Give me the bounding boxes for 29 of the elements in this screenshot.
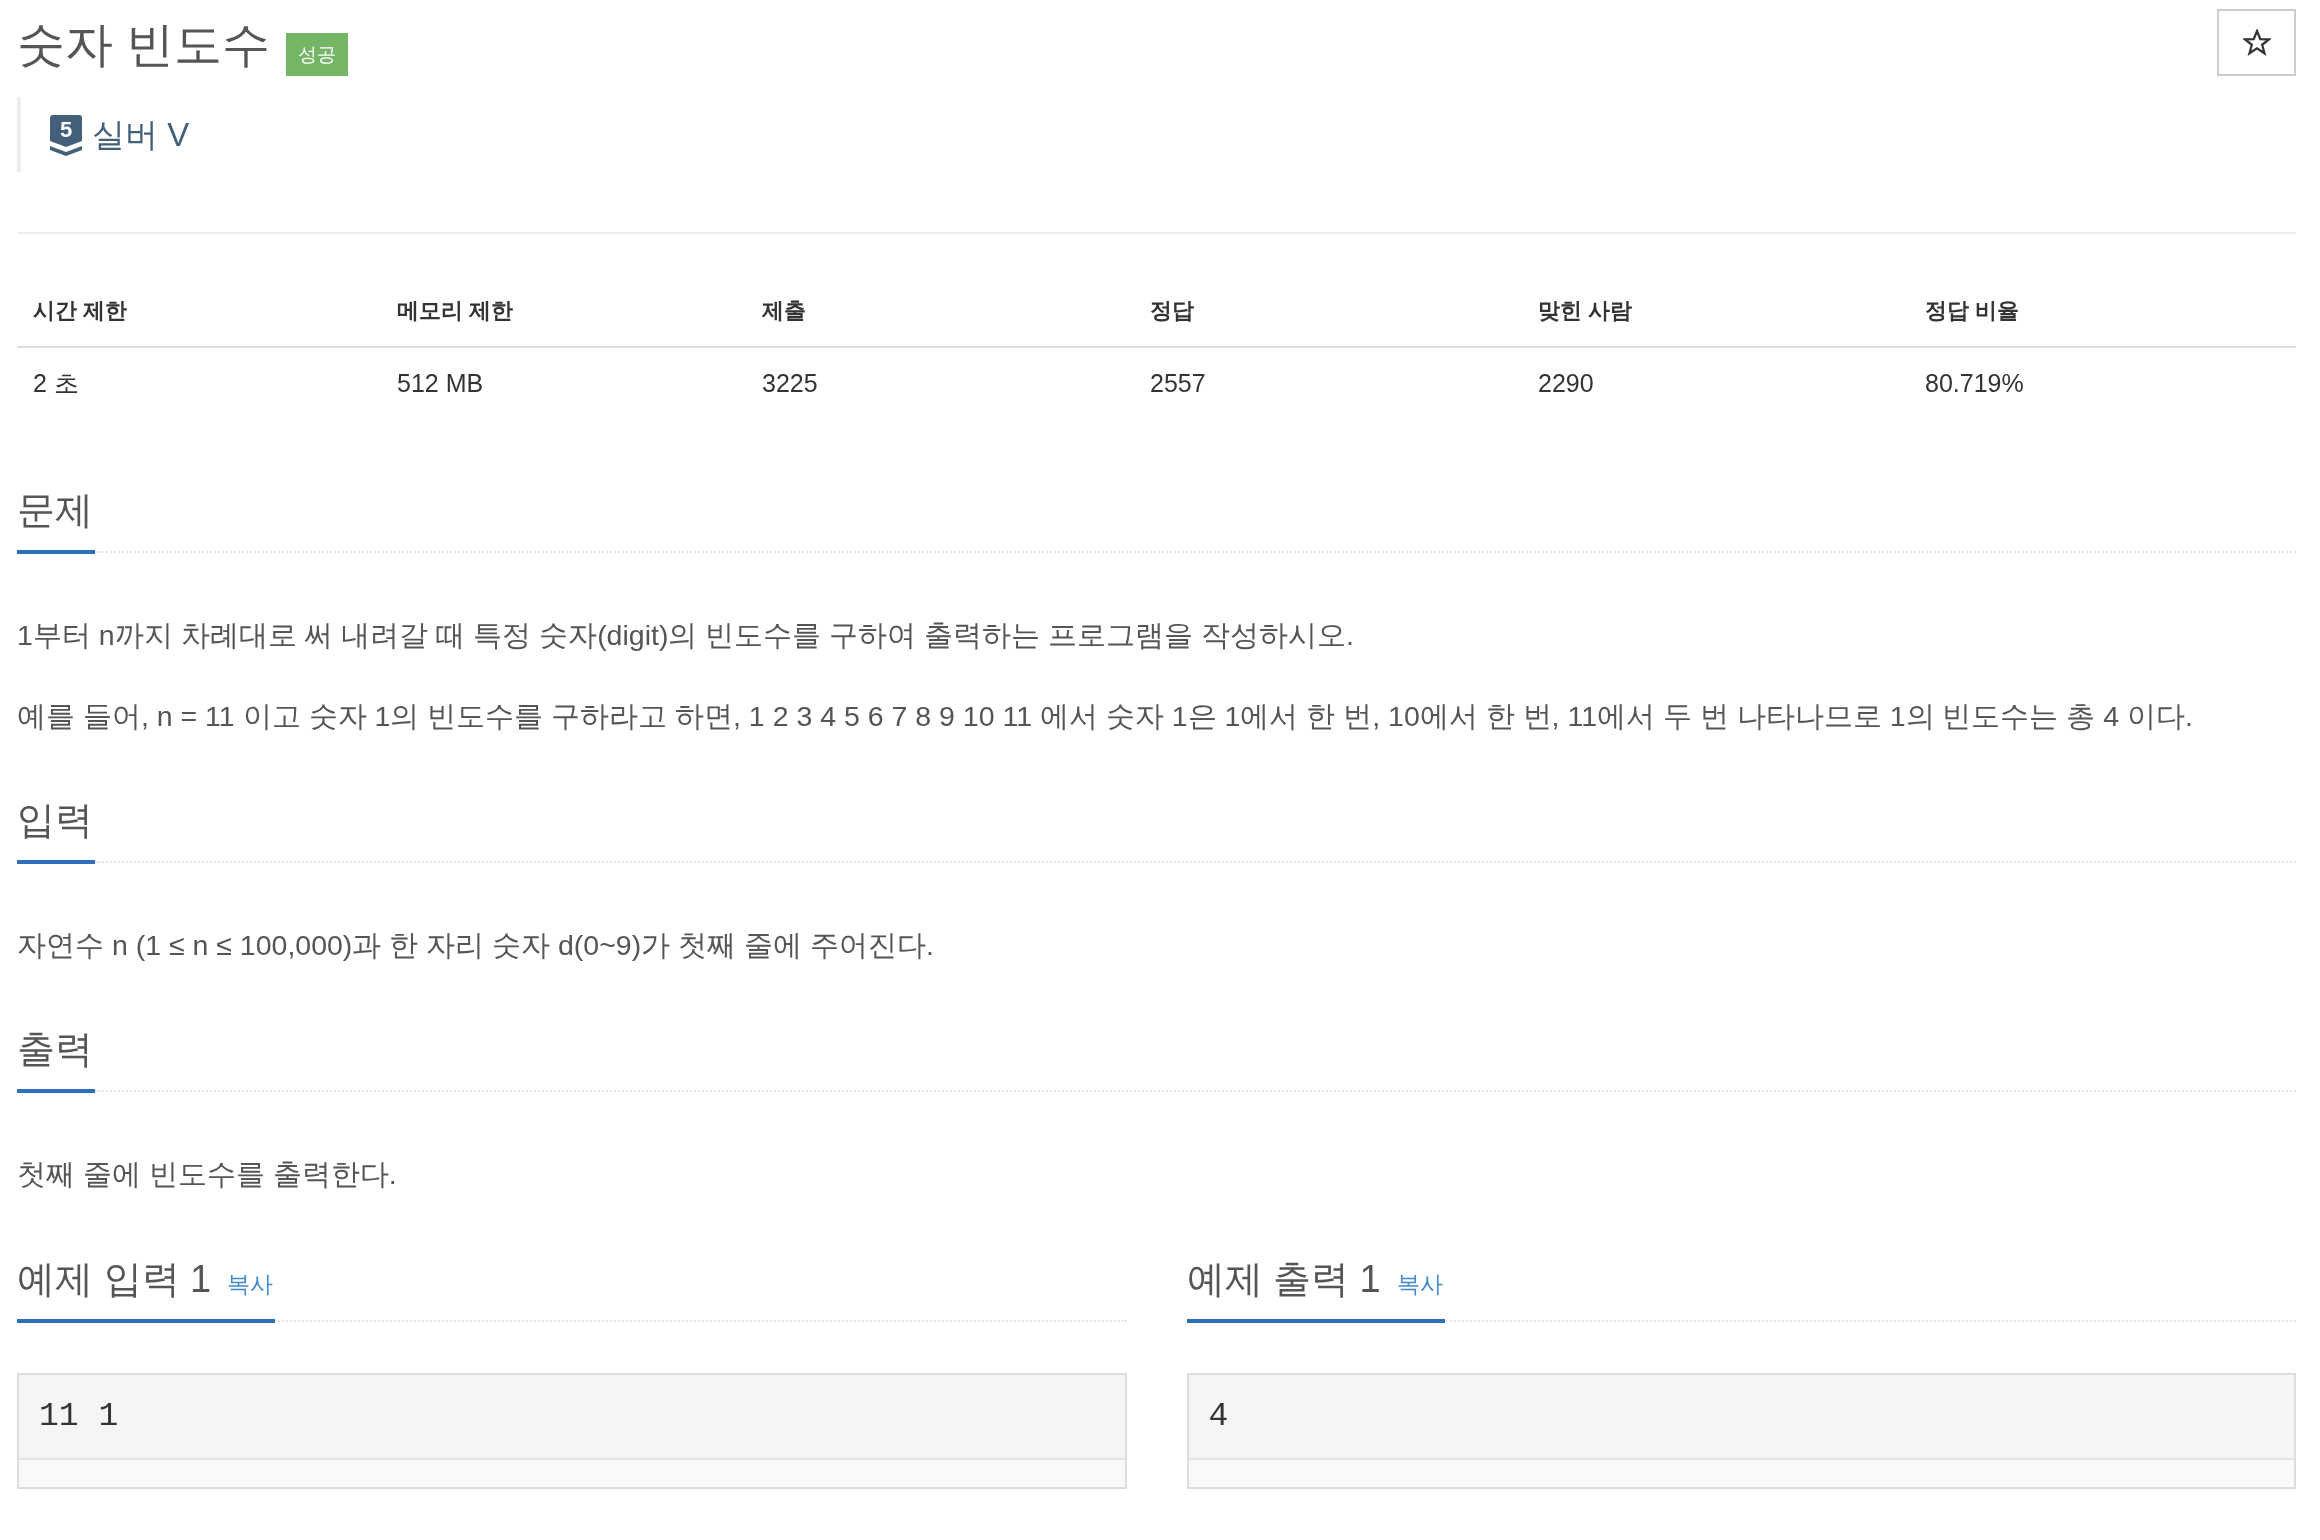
favorite-button[interactable] xyxy=(2217,9,2296,76)
table-cell: 2290 xyxy=(1538,369,1594,397)
column-header: 정답 비율 xyxy=(1925,298,2020,323)
column-header: 제출 xyxy=(762,298,806,323)
section-heading: 입력 xyxy=(17,798,93,843)
problem-title: 숫자 빈도수 xyxy=(17,16,271,73)
table-cell: 80.719% xyxy=(1925,369,2024,397)
paragraph: 첫째 줄에 빈도수를 출력한다. xyxy=(17,1157,398,1192)
column-header: 시간 제한 xyxy=(33,298,128,323)
table-cell: 512 MB xyxy=(397,369,484,397)
column-header: 메모리 제한 xyxy=(397,298,514,323)
paragraph: 자연수 n (1 ≤ n ≤ 100,000)과 한 자리 숫자 d(0~9)가 첫째 줄에 주어진다. xyxy=(17,928,935,963)
column-header: 정답 xyxy=(1150,298,1194,323)
paragraph: 예를 들어, n = 11 이고 숫자 1의 빈도수를 구하라고 하면, 1 2 3 4 5 6 7 8 9 10 11 에서 숫자 1은 1에서 한 번, 10에서 한 번, 11에서 두 번 나타나므로 1의 빈도수는 총 4 이다. xyxy=(17,699,2194,734)
result-badge: 성공 xyxy=(286,33,349,76)
section-heading: 예제 입력 1 xyxy=(17,1257,212,1302)
table-cell: 2 초 xyxy=(33,369,79,397)
copy-link[interactable]: 복사 xyxy=(1396,1269,1443,1299)
column-header: 맞힌 사람 xyxy=(1538,298,1633,323)
copy-link[interactable]: 복사 xyxy=(227,1269,274,1299)
section-heading: 예제 출력 1 xyxy=(1186,1257,1381,1302)
tier-label[interactable]: 실버 V xyxy=(92,114,190,155)
section-heading: 출력 xyxy=(17,1027,93,1072)
sample-text: 11 1 xyxy=(39,1396,119,1437)
sample-text: 4 xyxy=(1208,1396,1229,1437)
table-cell: 3225 xyxy=(762,369,818,397)
paragraph: 1부터 n까지 차례대로 써 내려갈 때 특정 숫자(digit)의 빈도수를 구하여 출력하는 프로그램을 작성하시오. xyxy=(17,618,1355,653)
table-cell: 2557 xyxy=(1150,369,1206,397)
section-heading: 문제 xyxy=(17,488,93,533)
